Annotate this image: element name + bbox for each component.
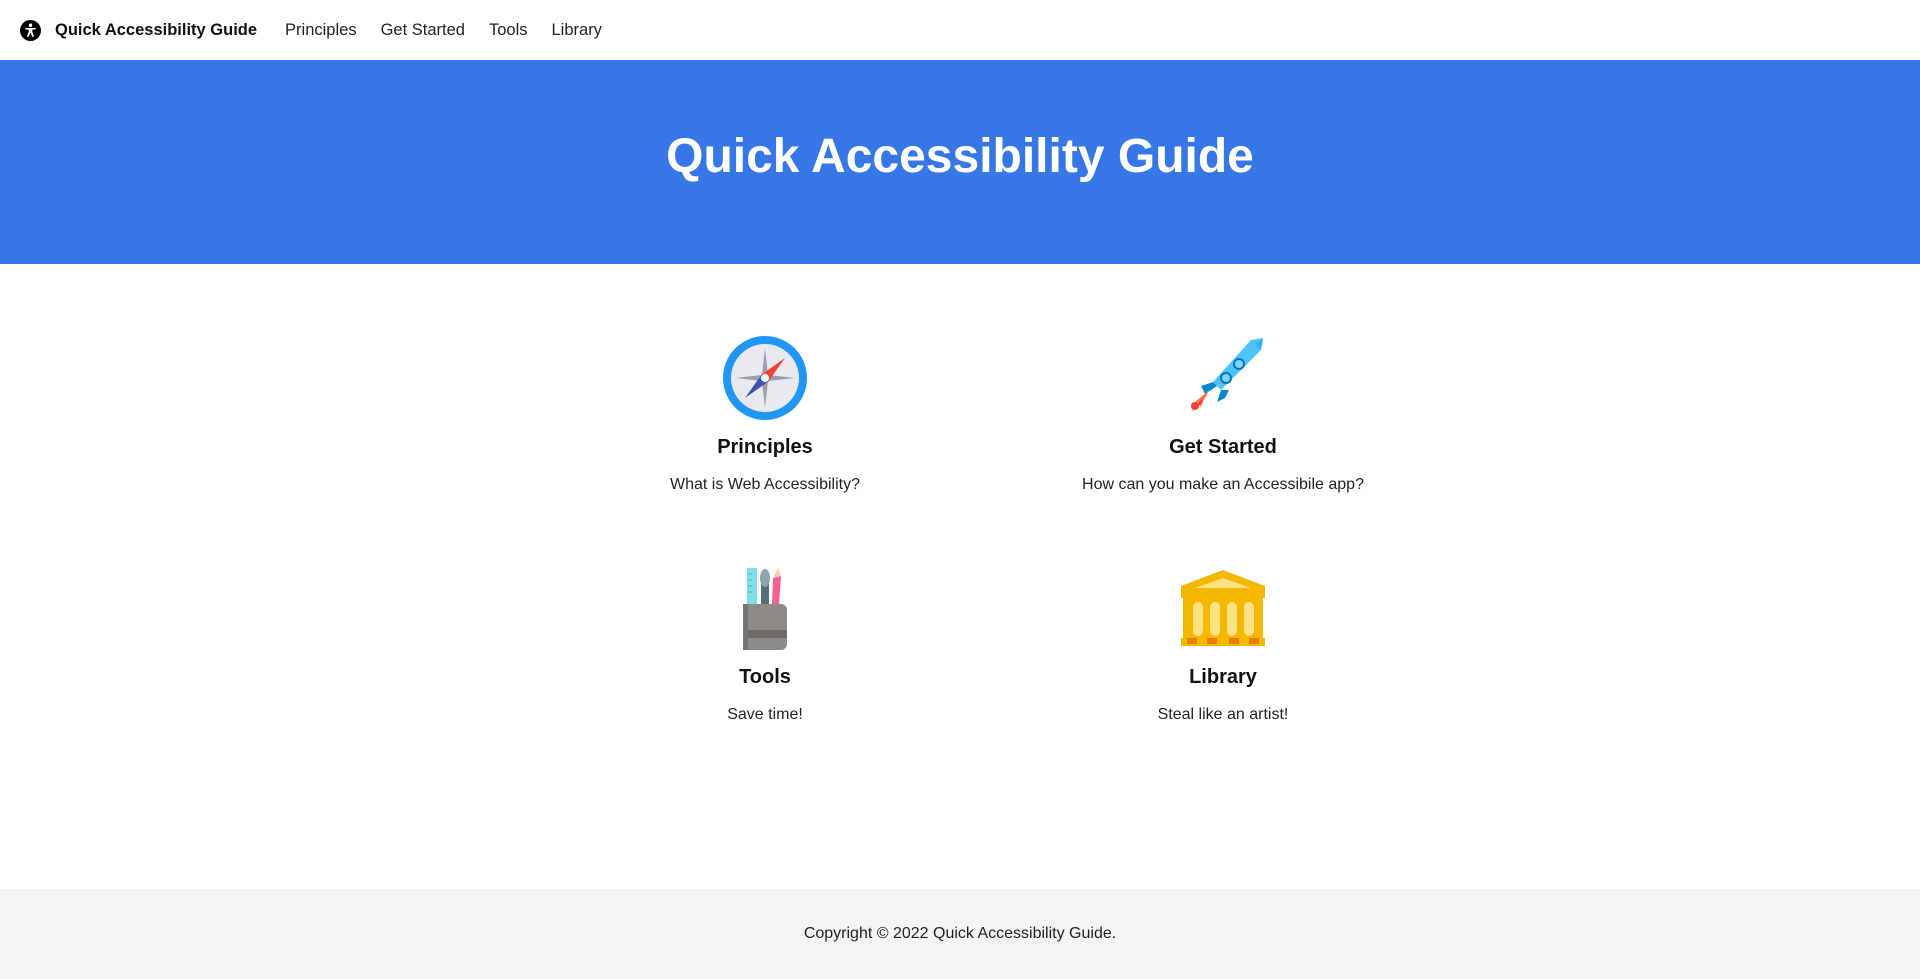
card-description: How can you make an Accessibile app? [1082,476,1364,493]
card-tools[interactable]: Tools Save time! [605,564,925,724]
footer: Copyright © 2022 Quick Accessibility Gui… [0,889,1920,979]
nav-link-tools[interactable]: Tools [489,21,528,40]
hero-title: Quick Accessibility Guide [666,129,1254,183]
card-title: Library [1189,666,1257,688]
library-building-icon [1181,570,1265,646]
navbar: Quick Accessibility Guide Principles Get… [0,0,1920,60]
rocket-icon [1191,338,1263,412]
tools-cup-icon [743,568,787,650]
main-content: Principles What is Web Accessibility? Ge… [0,264,1920,889]
brand-link[interactable]: Quick Accessibility Guide [20,19,258,41]
compass-icon [723,336,807,420]
main-nav: Principles Get Started Tools Library [285,21,626,40]
card-title: Tools [739,666,791,688]
nav-link-get-started[interactable]: Get Started [381,21,465,40]
copyright-text: Copyright © 2022 Quick Accessibility Gui… [803,925,1117,942]
accessibility-icon [20,19,41,41]
card-get-started[interactable]: Get Started How can you make an Accessib… [1063,334,1383,494]
card-title: Principles [717,436,813,458]
card-description: Steal like an artist! [1157,706,1289,723]
nav-link-library[interactable]: Library [552,21,602,40]
card-grid: Principles What is Web Accessibility? Ge… [605,334,1365,724]
nav-link-principles[interactable]: Principles [285,21,357,40]
card-description: Save time! [727,706,803,723]
card-library[interactable]: Library Steal like an artist! [1063,564,1383,724]
brand-title: Quick Accessibility Guide [55,20,258,39]
hero-banner: Quick Accessibility Guide [0,60,1920,264]
card-title: Get Started [1169,436,1277,458]
card-description: What is Web Accessibility? [670,476,860,493]
card-principles[interactable]: Principles What is Web Accessibility? [605,334,925,494]
